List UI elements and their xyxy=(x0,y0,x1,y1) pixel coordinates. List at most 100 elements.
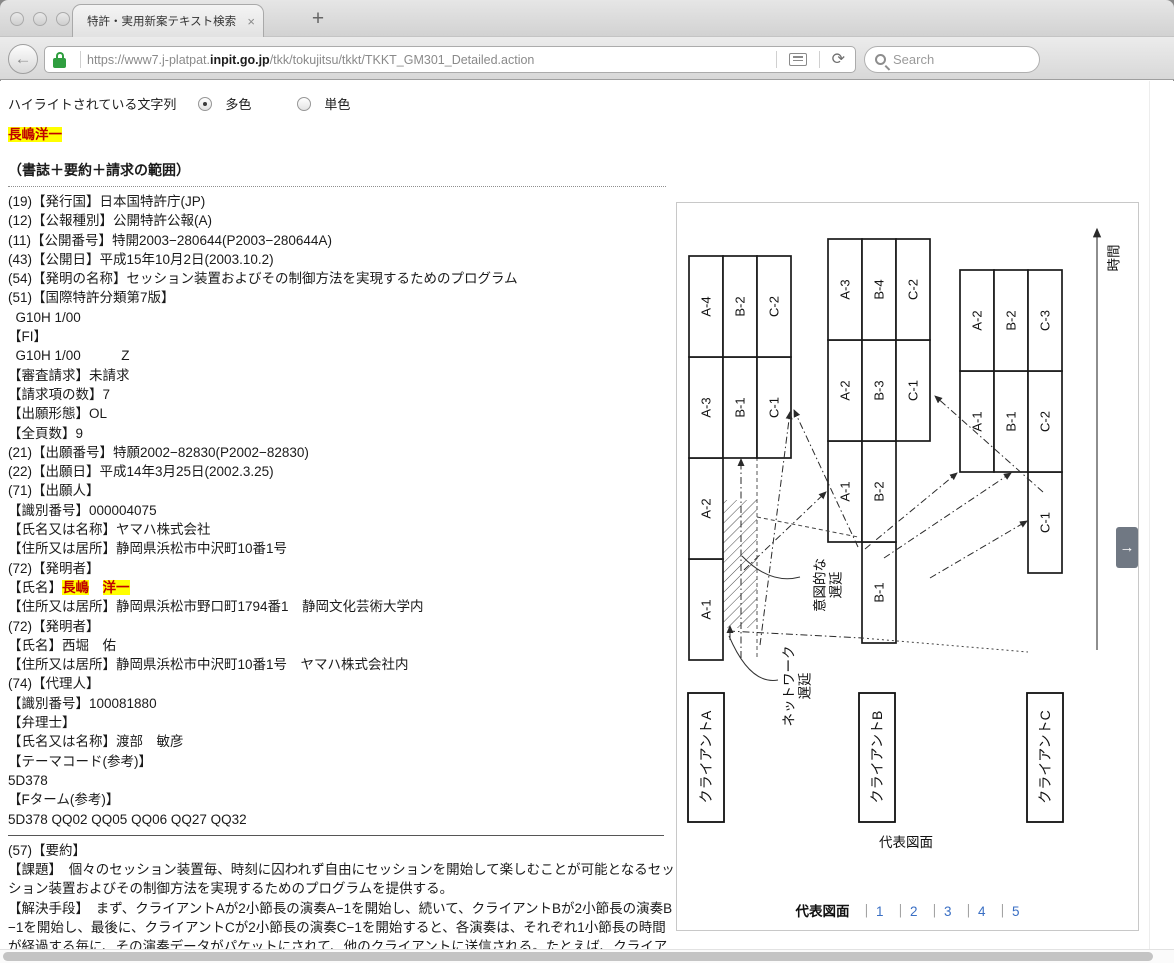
document-line: 【Fターム(参考)】 xyxy=(8,792,120,808)
divider xyxy=(818,51,820,68)
back-button[interactable]: ← xyxy=(8,44,38,74)
next-figure-button[interactable]: → xyxy=(1116,527,1138,568)
figure-label: C-1 xyxy=(767,397,782,418)
tab-title: 特許・実用新案テキスト検索（詳細... xyxy=(87,16,241,28)
figure-page-link-4[interactable]: 4 xyxy=(978,904,986,919)
svg-text:ネットワーク: ネットワーク xyxy=(781,646,796,727)
document-line: 【全頁数】9 xyxy=(8,425,84,441)
pagination-separator: ｜ xyxy=(859,904,873,919)
figure-page-link-2[interactable]: 2 xyxy=(910,904,918,919)
figure-label: C-1 xyxy=(906,380,921,401)
document-line: 【審査請求】未請求 xyxy=(8,367,130,383)
document-line: (22)【出願日】平成14年3月25日(2002.3.25) xyxy=(8,464,274,480)
figure-label: A-1 xyxy=(699,599,714,619)
svg-text:遅延: 遅延 xyxy=(829,571,844,599)
patent-figure: A-1 A-2 A-3 A-4 B-1 B-2 C-1 C-2 A-1 A-2 A-3 B-1 B-2 B… xyxy=(687,227,1122,850)
radio-multicolor[interactable] xyxy=(198,96,213,111)
pagination-separator: ｜ xyxy=(961,904,976,919)
figure-label: クライアントC xyxy=(1037,710,1053,804)
document-line: 【氏名又は名称】渡部 敏彦 xyxy=(8,734,184,750)
document-line: 【住所又は居所】静岡県浜松市野口町1794番1 静岡文化芸術大学内 xyxy=(8,599,424,615)
figure-caption: 代表図面 xyxy=(879,835,933,850)
figure-label: A-3 xyxy=(699,397,714,417)
divider xyxy=(775,51,777,68)
scrollbar-thumb[interactable] xyxy=(3,952,1153,961)
radio-multicolor-label: 多色 xyxy=(225,97,252,112)
document-line: (11)【公開番号】特開2003−280644(P2003−280644A) xyxy=(8,232,332,248)
document-line: 【弁理士】 xyxy=(8,715,76,731)
lock-icon xyxy=(53,51,66,68)
divider xyxy=(8,834,664,836)
browser-window: 特許・実用新案テキスト検索（詳細... × + ← https://www7.j… xyxy=(0,0,1174,963)
document-line: (71)【出願人】 xyxy=(8,483,100,499)
tab-bar: 特許・実用新案テキスト検索（詳細... × + xyxy=(0,0,1174,37)
figure-page-link-3[interactable]: 3 xyxy=(944,904,952,919)
svg-text:遅延: 遅延 xyxy=(798,672,813,700)
close-window-button[interactable] xyxy=(10,12,24,26)
search-placeholder: Search xyxy=(893,52,935,67)
figure-page-link-1[interactable]: 1 xyxy=(876,904,884,919)
highlighted-search-term: 長嶋洋一 xyxy=(8,127,62,142)
figure-label: C-2 xyxy=(906,279,921,300)
figure-label: 時間 xyxy=(1107,245,1122,272)
figure-label: A-1 xyxy=(970,411,985,431)
figure-label: A-2 xyxy=(699,498,714,518)
tab-patent-search[interactable]: 特許・実用新案テキスト検索（詳細... × xyxy=(72,4,264,37)
figure-label: B-3 xyxy=(872,380,887,400)
url-bar[interactable]: https://www7.j-platpat.inpit.go.jp/tkk/t… xyxy=(44,46,856,73)
figure-label: C-2 xyxy=(1038,411,1053,432)
document-line: (57)【要約】 xyxy=(8,842,87,858)
document-line: (43)【公開日】平成15年10月2日(2003.10.2) xyxy=(8,251,274,267)
document-line: 【出願形態】OL xyxy=(8,406,108,422)
minimize-window-button[interactable] xyxy=(33,12,47,26)
document-line: 【識別番号】000004075 xyxy=(8,502,157,518)
abstract-section: (57)【要約】 【課題】 個々のセッション装置毎、時刻に囚われず自由にセッション… xyxy=(8,841,678,949)
divider xyxy=(8,186,666,187)
tab-close-icon[interactable]: × xyxy=(247,14,255,29)
document-line: (12)【公報種別】公開特許公報(A) xyxy=(8,213,213,229)
pagination-separator: ｜ xyxy=(927,904,941,919)
navigation-bar: ← https://www7.j-platpat.inpit.go.jp/tkk… xyxy=(0,36,1174,106)
document-line: 【FI】 xyxy=(8,329,47,345)
document-line: 【氏名】西堀 佑 xyxy=(8,637,116,653)
figure-label: A-3 xyxy=(838,279,853,299)
figure-label: A-4 xyxy=(699,296,714,316)
figure-label: B-2 xyxy=(1004,310,1019,330)
reader-mode-icon[interactable] xyxy=(788,53,807,66)
document-line: 【テーマコード(参考)】 xyxy=(8,753,152,769)
document-line: (54)【発明の名称】セッション装置およびその制御方法を実現するためのプログラム xyxy=(8,271,518,287)
figure-label: C-3 xyxy=(1038,310,1053,331)
document-line: 【解決手段】 まず、クライアントAが2小節長の演奏A−1を開始し、続いて、クライ… xyxy=(8,900,673,949)
document-line: (51)【国際特許分類第7版】 xyxy=(8,290,175,306)
figure-label: A-1 xyxy=(838,481,853,501)
figure-label: B-4 xyxy=(872,279,887,299)
radio-monochrome[interactable] xyxy=(297,96,312,111)
new-tab-button[interactable]: + xyxy=(305,6,331,32)
svg-text:意図的な: 意図的な xyxy=(811,558,827,612)
document-line: (74)【代理人】 xyxy=(8,676,100,692)
window-controls xyxy=(10,12,70,26)
radio-monochrome-label: 単色 xyxy=(324,97,351,112)
figure-label: A-2 xyxy=(838,380,853,400)
figure-page-link-5[interactable]: 5 xyxy=(1012,904,1020,919)
figure-label: C-2 xyxy=(767,296,782,317)
reload-icon[interactable]: ⟳ xyxy=(832,51,845,68)
patent-figure-panel: A-1 A-2 A-3 A-4 B-1 B-2 C-1 C-2 A-1 A-2 A-3 B-1 B-2 B… xyxy=(676,202,1139,931)
figure-label: B-1 xyxy=(872,582,887,602)
document-line: (72)【発明者】 xyxy=(8,560,100,576)
url-text: https://www7.j-platpat.inpit.go.jp/tkk/t… xyxy=(87,52,535,67)
document-line: 【氏名】長嶋 洋一 xyxy=(8,579,130,595)
search-input[interactable]: Search xyxy=(864,46,1040,73)
divider xyxy=(80,51,81,68)
zoom-window-button[interactable] xyxy=(56,12,70,26)
document-line: 5D378 xyxy=(8,772,48,788)
figure-label: A-2 xyxy=(970,310,985,330)
figure-label: C-1 xyxy=(1038,512,1053,533)
document-line: 【住所又は居所】静岡県浜松市中沢町10番1号 ヤマハ株式会社内 xyxy=(8,657,409,673)
horizontal-scrollbar[interactable] xyxy=(0,949,1174,963)
document-line: G10H 1/00 xyxy=(8,309,81,325)
document-line: 【住所又は居所】静岡県浜松市中沢町10番1号 xyxy=(8,541,288,557)
pagination-label: 代表図面 xyxy=(795,904,850,919)
figure-label: B-1 xyxy=(733,397,748,417)
pagination-separator: ｜ xyxy=(995,904,1010,919)
